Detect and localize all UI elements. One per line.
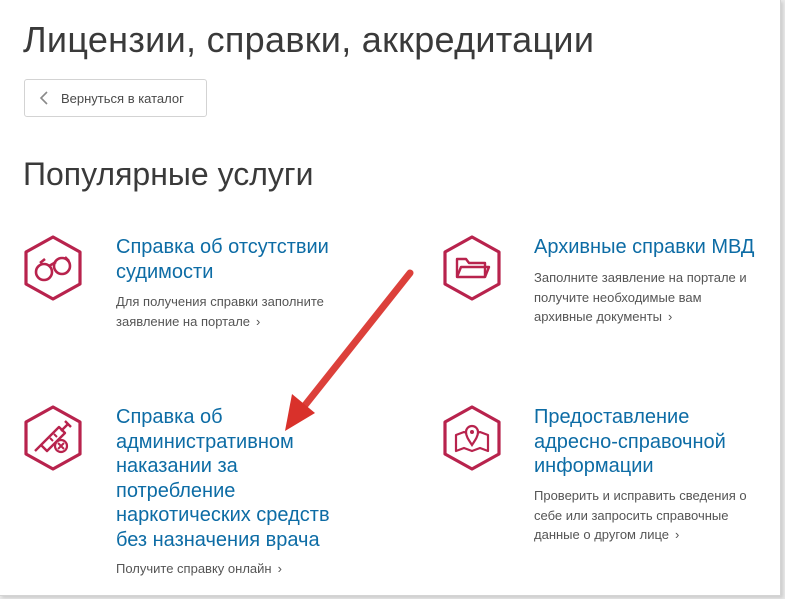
service-card-archive-mvd[interactable]: Архивные справки МВД Заполните заявление…: [442, 235, 777, 345]
service-title[interactable]: Предоставление адресно-справочной информ…: [534, 405, 774, 479]
chevron-right-icon: ›: [277, 561, 282, 576]
page-title: Лицензии, справки, аккредитации: [23, 19, 595, 60]
service-description: Проверить и исправить сведения о себе ил…: [534, 486, 779, 545]
section-title: Популярные услуги: [23, 156, 314, 192]
service-card-criminal-record[interactable]: Справка об отсутствии судимости Для полу…: [23, 235, 353, 345]
map-pin-icon: [442, 405, 502, 471]
service-title[interactable]: Справка об административном наказании за…: [116, 405, 356, 552]
service-description: Для получения справки заполните заявлени…: [116, 292, 356, 331]
service-title[interactable]: Архивные справки МВД: [534, 235, 774, 260]
desc-line: себе или запросить справочные: [534, 507, 729, 523]
desc-line: заявление на портале ›: [116, 313, 261, 329]
service-card-address-info[interactable]: Предоставление адресно-справочной информ…: [442, 405, 777, 555]
chevron-right-icon: ›: [256, 313, 261, 329]
folder-icon: [442, 235, 502, 301]
desc-line: Проверить и исправить сведения о: [534, 488, 747, 503]
desc-line: Заполните заявление на портале и: [534, 270, 747, 285]
chevron-right-icon: ›: [674, 527, 680, 542]
syringe-icon: [23, 405, 83, 471]
back-button-label: Вернуться в каталог: [61, 90, 184, 106]
desc-line: Для получения справки заполните: [116, 294, 324, 309]
handcuffs-icon: [23, 235, 83, 301]
desc-line: архивные документы ›: [534, 309, 673, 324]
desc-line: получите необходимые вам: [534, 289, 702, 305]
chevron-left-icon: [37, 91, 51, 105]
service-description: Получите справку онлайн ›: [116, 559, 356, 579]
desc-line: данные о другом лице ›: [534, 527, 680, 542]
chevron-right-icon: ›: [668, 309, 673, 324]
back-to-catalog-button[interactable]: Вернуться в каталог: [24, 79, 207, 117]
service-title[interactable]: Справка об отсутствии судимости: [116, 235, 356, 284]
service-card-administrative-penalty[interactable]: Справка об административном наказании за…: [23, 405, 353, 590]
page-container: Лицензии, справки, аккредитации Вернутьс…: [0, 0, 781, 596]
desc-line: Получите справку онлайн ›: [116, 561, 282, 576]
service-description: Заполните заявление на портале и получит…: [534, 268, 779, 327]
